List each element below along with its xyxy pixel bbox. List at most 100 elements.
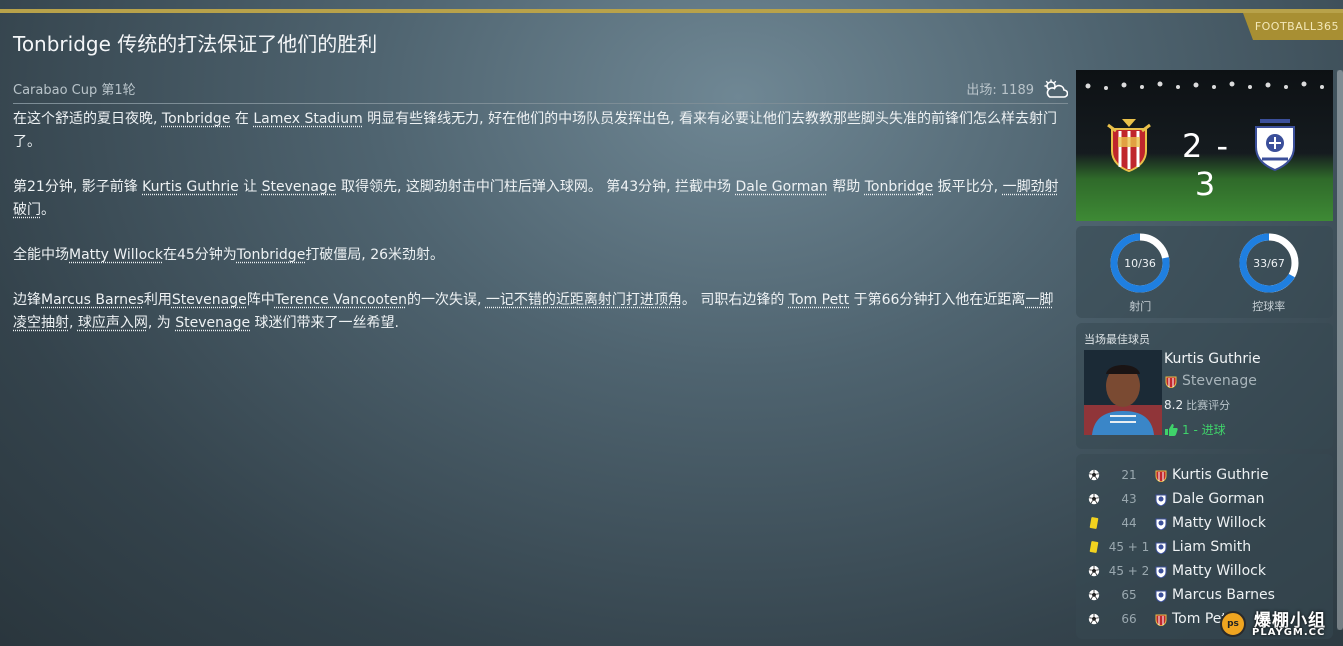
player-link-dale-gorman[interactable]: Dale Gorman xyxy=(735,179,827,195)
text-span: 在 xyxy=(230,111,254,127)
player-link-kurtis-guthrie[interactable]: Kurtis Guthrie xyxy=(142,179,239,195)
match-report: 在这个舒适的夏日夜晚, Tonbridge 在 Lamex Stadium 明显… xyxy=(13,108,1063,357)
tonbridge-crest-icon xyxy=(1255,119,1295,172)
event-row[interactable]: 44 Matty Willock xyxy=(1076,511,1333,535)
team-link-tonbridge[interactable]: Tonbridge xyxy=(865,179,934,195)
stat-shots: 10/36 射门 xyxy=(1090,232,1190,314)
event-row[interactable]: 43 Dale Gorman xyxy=(1076,487,1333,511)
stevenage-crest-icon xyxy=(1155,614,1167,626)
event-row[interactable]: 45 + 1 Liam Smith xyxy=(1076,535,1333,559)
rating-label: 比赛评分 xyxy=(1186,399,1231,412)
text-span: 帮助 xyxy=(827,179,865,195)
team-link-stevenage[interactable]: Stevenage xyxy=(172,292,247,308)
attendance-label: 出场: 1189 xyxy=(966,83,1034,98)
watermark-en: PLAYGM.CC xyxy=(1252,627,1326,638)
goal-ball-icon xyxy=(1088,469,1100,481)
player-of-the-match-card[interactable]: 当场最佳球员 Kurtis Guthrie Stevenage 8.2 比赛评分 … xyxy=(1076,323,1333,449)
brand-label: FOOTBALL365 xyxy=(1254,20,1339,33)
text-span: 打破僵局, 26米劲射。 xyxy=(305,247,445,263)
text-span: 的一次失误, xyxy=(406,292,486,308)
text-span: 全能中场 xyxy=(13,247,69,263)
tonbridge-crest-icon xyxy=(1155,566,1167,578)
match-stats-card: 10/36 射门 33/67 控球率 xyxy=(1076,226,1333,318)
goal-ball-icon xyxy=(1088,613,1100,625)
match-sidebar: 2 - 3 10/36 射门 33/67 控球率 当场最佳球员 Kurtis G… xyxy=(1076,70,1333,639)
shots-label: 射门 xyxy=(1129,300,1152,313)
team-link-tonbridge[interactable]: Tonbridge xyxy=(162,111,231,127)
report-paragraph-1: 在这个舒适的夏日夜晚, Tonbridge 在 Lamex Stadium 明显… xyxy=(13,108,1063,154)
sidebar-scrollbar[interactable] xyxy=(1337,70,1343,630)
text-span: 在45分钟为 xyxy=(162,247,237,263)
text-span: , xyxy=(69,315,78,331)
text-span: 利用 xyxy=(143,292,172,308)
potm-title: 当场最佳球员 xyxy=(1084,333,1150,346)
event-minute: 65 xyxy=(1121,588,1137,602)
text-span: , 为 xyxy=(147,315,176,331)
team-link-tonbridge[interactable]: Tonbridge xyxy=(237,247,306,263)
player-link-tom-pett[interactable]: Tom Pett xyxy=(789,292,849,308)
score-card[interactable]: 2 - 3 xyxy=(1076,70,1333,221)
potm-goals-label: 1 - 进球 xyxy=(1182,423,1226,437)
match-meta-row: Carabao Cup 第1轮 出场: 1189 xyxy=(13,74,1068,104)
thumbs-up-icon xyxy=(1165,424,1178,436)
event-player[interactable]: Matty Willock xyxy=(1172,515,1266,531)
yellow-card-icon xyxy=(1088,517,1100,529)
text-span: 让 xyxy=(238,179,262,195)
possession-value: 33/67 xyxy=(1253,257,1285,270)
text-span: 取得领先, 这脚劲射击中门柱后弹入球网。 第43分钟, 拦截中场 xyxy=(336,179,736,195)
potm-team-name: Stevenage xyxy=(1182,373,1257,389)
player-link-marcus-barnes[interactable]: Marcus Barnes xyxy=(41,292,144,308)
goal-ball-icon xyxy=(1088,493,1100,505)
possession-label: 控球率 xyxy=(1252,300,1286,313)
stadium-link[interactable]: Lamex Stadium xyxy=(253,111,362,127)
highlight-link[interactable]: 球应声入网 xyxy=(78,315,148,331)
rating-value: 8.2 xyxy=(1164,398,1184,412)
top-accent-bar xyxy=(0,9,1343,13)
scrollbar-thumb[interactable] xyxy=(1337,70,1343,630)
goal-ball-icon xyxy=(1088,589,1100,601)
event-player[interactable]: Matty Willock xyxy=(1172,563,1266,579)
highlight-link[interactable]: 一记不错的近距离射门打进顶角 xyxy=(486,292,682,308)
text-span: 边锋 xyxy=(13,292,41,308)
player-link-terence-vancooten[interactable]: Terence Vancooten xyxy=(275,292,407,308)
event-minute: 66 xyxy=(1121,612,1137,626)
final-score: 2 - 3 xyxy=(1181,127,1231,203)
shots-donut: 10/36 xyxy=(1110,233,1170,293)
brand-tag: FOOTBALL365 xyxy=(1243,13,1343,40)
potm-team[interactable]: Stevenage xyxy=(1164,373,1257,389)
player-avatar[interactable] xyxy=(1084,350,1162,435)
tonbridge-crest-icon xyxy=(1155,542,1167,554)
shots-value: 10/36 xyxy=(1124,257,1156,270)
event-player[interactable]: Kurtis Guthrie xyxy=(1172,467,1269,483)
stevenage-crest-icon xyxy=(1107,119,1151,173)
event-player[interactable]: Dale Gorman xyxy=(1172,491,1264,507)
text-span: 第21分钟, 影子前锋 xyxy=(13,179,143,195)
text-span: 。 xyxy=(41,202,55,218)
stat-possession: 33/67 控球率 xyxy=(1219,232,1319,314)
stevenage-crest-icon xyxy=(1155,470,1167,482)
potm-player-name[interactable]: Kurtis Guthrie xyxy=(1164,351,1261,367)
possession-donut: 33/67 xyxy=(1239,233,1299,293)
potm-rating: 8.2 比赛评分 xyxy=(1164,397,1230,413)
text-span: 。 司职右边锋的 xyxy=(681,292,789,308)
tonbridge-crest-icon xyxy=(1155,590,1167,602)
text-span: 球迷们带来了一丝希望. xyxy=(250,315,400,331)
stevenage-crest-icon xyxy=(1165,376,1177,388)
event-row[interactable]: 45 + 2 Matty Willock xyxy=(1076,559,1333,583)
attendance-info: 出场: 1189 xyxy=(966,79,1068,99)
team-link-stevenage[interactable]: Stevenage xyxy=(262,179,337,195)
event-player[interactable]: Liam Smith xyxy=(1172,539,1251,555)
watermark-logo: ps xyxy=(1220,611,1246,637)
goal-ball-icon xyxy=(1088,565,1100,577)
text-span: 阵中 xyxy=(246,292,275,308)
player-link-matty-willock[interactable]: Matty Willock xyxy=(69,247,163,263)
site-watermark: ps 爆棚小组 PLAYGM.CC xyxy=(1218,603,1340,643)
event-minute: 21 xyxy=(1121,468,1137,482)
text-span: 扳平比分, xyxy=(933,179,1003,195)
tonbridge-crest-icon xyxy=(1155,518,1167,530)
team-link-stevenage[interactable]: Stevenage xyxy=(175,315,250,331)
event-minute: 45 + 1 xyxy=(1108,540,1150,554)
event-row[interactable]: 21 Kurtis Guthrie xyxy=(1076,463,1333,487)
event-minute: 43 xyxy=(1121,492,1137,506)
event-player[interactable]: Marcus Barnes xyxy=(1172,587,1275,603)
